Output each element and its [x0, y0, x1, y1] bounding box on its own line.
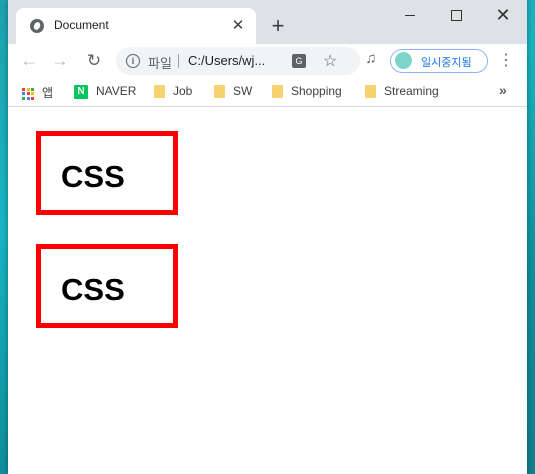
bookmark-folder-sw[interactable]: SW: [214, 84, 253, 99]
menu-icon[interactable]: ⋮: [498, 50, 514, 70]
css-box-text: CSS: [61, 272, 125, 307]
bookmark-label: Streaming: [384, 84, 439, 98]
avatar: [395, 52, 412, 69]
translate-icon[interactable]: G: [292, 54, 306, 68]
address-bar[interactable]: i 파일 C:/Users/wj... G ☆: [116, 47, 360, 75]
forward-button[interactable]: →: [48, 50, 72, 72]
close-window-button[interactable]: ✕: [480, 0, 526, 30]
bookmark-label: Job: [173, 84, 193, 98]
bookmark-label: SW: [233, 84, 253, 98]
bookmark-apps[interactable]: 앱: [22, 84, 53, 101]
bookmark-folder-shopping[interactable]: Shopping: [272, 84, 342, 99]
css-box-text: CSS: [61, 159, 125, 194]
folder-icon: [214, 85, 225, 99]
minimize-icon: [405, 14, 415, 16]
back-button[interactable]: ←: [17, 50, 41, 72]
more-bookmarks-icon[interactable]: »: [499, 82, 507, 98]
css-box: CSS: [36, 131, 178, 215]
browser-window: Document ✕ + ✕ ← → ↻ i 파일 C:/Users/wj...…: [8, 0, 527, 474]
media-control-icon[interactable]: ♫: [360, 50, 382, 67]
bookmark-folder-job[interactable]: Job: [154, 84, 193, 99]
tab-title: Document: [54, 18, 109, 32]
bookmark-label: NAVER: [96, 84, 137, 98]
tab-close-icon[interactable]: ✕: [228, 16, 248, 36]
url-separator: [178, 54, 179, 68]
tab-strip: Document ✕ + ✕: [8, 0, 527, 44]
bookmark-label: Shopping: [291, 84, 342, 98]
url-text[interactable]: C:/Users/wj...: [188, 53, 265, 68]
css-box: CSS: [36, 244, 178, 328]
reload-button[interactable]: ↻: [82, 50, 106, 72]
profile-status-label: 일시중지됨: [421, 57, 472, 69]
minimize-button[interactable]: [387, 0, 433, 30]
bookmark-folder-streaming[interactable]: Streaming: [365, 84, 439, 99]
globe-icon: [30, 19, 44, 33]
folder-icon: [365, 85, 376, 99]
maximize-button[interactable]: [433, 0, 479, 30]
browser-toolbar: ← → ↻ i 파일 C:/Users/wj... G ☆ ♫ 일시중지됨 ⋮: [8, 44, 527, 78]
bookmark-label: 앱: [42, 86, 54, 100]
folder-icon: [154, 85, 165, 99]
url-scheme: 파일: [148, 56, 172, 71]
close-icon: ✕: [495, 5, 511, 25]
info-icon[interactable]: i: [126, 54, 140, 68]
page-content: CSS CSS: [8, 111, 527, 474]
bookmark-star-icon[interactable]: ☆: [323, 51, 337, 71]
new-tab-button[interactable]: +: [266, 14, 290, 38]
tab-document[interactable]: Document ✕: [16, 8, 256, 44]
naver-logo-icon: N: [74, 84, 88, 99]
maximize-icon: [450, 9, 462, 21]
folder-icon: [272, 85, 283, 99]
bookmarks-bar: 앱 N NAVER Job SW Shopping Streaming »: [8, 78, 527, 107]
bookmark-naver[interactable]: N NAVER: [74, 84, 136, 99]
profile-button[interactable]: 일시중지됨: [390, 49, 488, 73]
apps-grid-icon: [22, 87, 34, 100]
